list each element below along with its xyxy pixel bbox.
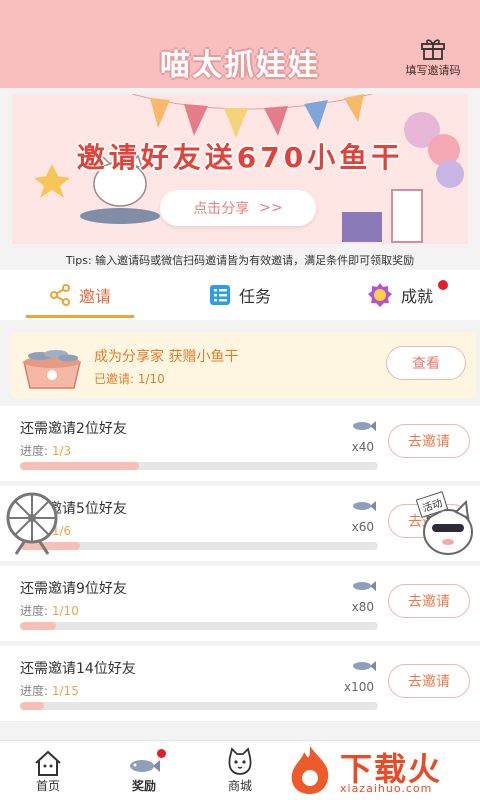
progress-bar xyxy=(20,622,378,630)
tab-tasks-label: 任务 xyxy=(238,287,271,306)
fish-icon xyxy=(130,760,160,772)
reward-amount: x40 xyxy=(351,440,374,454)
tab-achievements[interactable]: 成就 xyxy=(320,270,480,320)
progress-bar-fill xyxy=(20,622,56,630)
task-title: 还需邀请2位好友 xyxy=(20,421,127,437)
progress-bar-fill xyxy=(20,462,140,470)
tips-text: Tips: 输入邀请码或微信扫码邀请皆为有效邀请，满足条件即可领取奖励 xyxy=(65,254,415,267)
tab-invite-label: 邀请 xyxy=(78,287,111,306)
share-arrow: >> xyxy=(259,200,283,216)
task-progress: 进度: 1/15 xyxy=(20,682,79,699)
progress-value: 1/10 xyxy=(51,604,79,618)
nav-rewards[interactable]: 奖励 xyxy=(96,741,192,800)
list-icon xyxy=(209,285,230,305)
progress-bar xyxy=(20,702,378,710)
share-icon xyxy=(49,284,70,306)
progress-label: 进度: xyxy=(20,684,49,698)
progress-value: 1/3 xyxy=(51,444,72,458)
go-invite-button[interactable]: 去邀请 xyxy=(388,664,470,698)
tab-tasks[interactable]: 任务 xyxy=(160,270,320,320)
task-row: 还需邀请9位好友 进度: 1/10 x80 去邀请 xyxy=(0,566,480,642)
nav-shop[interactable]: 商城 xyxy=(192,741,288,800)
go-invite-button[interactable]: 去邀请 xyxy=(388,424,470,458)
fish-icon xyxy=(353,581,376,591)
watermark: 下载火 xiazaihuo.com xyxy=(284,742,474,798)
nav-home[interactable]: 首页 xyxy=(0,741,96,800)
task-row: 还需邀请2位好友 进度: 1/3 x40 去邀请 xyxy=(0,406,480,482)
notification-dot xyxy=(438,280,448,290)
task-row: 还需邀请14位好友 进度: 1/15 x100 去邀请 xyxy=(0,646,480,722)
nav-home-label: 首页 xyxy=(35,779,60,793)
achievement-title: 成为分享家 获赠小鱼干 xyxy=(94,349,239,365)
task-row: 还需邀请5位好友进度: 1/6x60去邀请 xyxy=(0,486,480,562)
nav-shop-label: 商城 xyxy=(227,779,252,793)
fish-icon xyxy=(353,661,376,671)
flame-logo xyxy=(291,746,329,794)
notification-dot xyxy=(157,749,166,758)
progress-label: 进度: xyxy=(20,444,49,458)
achievement-invited-count: 已邀请: 1/10 xyxy=(94,372,165,386)
progress-bar-fill xyxy=(20,702,44,710)
task-progress: 进度: 1/10 xyxy=(20,602,79,619)
progress-value: 1/15 xyxy=(51,684,79,698)
progress-bar xyxy=(20,462,378,470)
tab-bar: 邀请 任务 成就 xyxy=(0,270,480,320)
fill-invite-code-button[interactable]: 填写邀请码 xyxy=(396,36,470,78)
invite-banner: 邀请好友送670小鱼干 点击分享 >> xyxy=(12,94,468,244)
tab-invite[interactable]: 邀请 xyxy=(0,270,160,320)
fish-bowl-icon xyxy=(23,350,81,389)
share-button[interactable]: 点击分享 >> xyxy=(160,190,316,226)
reward-amount: x100 xyxy=(343,680,374,694)
tab-achievements-label: 成就 xyxy=(400,287,433,306)
banner-title: 邀请好友送670小鱼干 xyxy=(76,141,404,174)
share-button-label: 点击分享 xyxy=(193,201,250,217)
fish-icon xyxy=(353,501,376,511)
view-button[interactable]: 查看 xyxy=(386,346,466,380)
app-header: 喵太抓娃娃 填写邀请码 xyxy=(0,0,480,88)
reward-amount: x80 xyxy=(351,600,374,614)
watermark-url: xiazaihuo.com xyxy=(340,782,433,795)
fish-icon xyxy=(353,421,376,431)
medal-icon xyxy=(367,283,392,307)
gift-icon xyxy=(421,39,445,60)
task-title: 还需邀请14位好友 xyxy=(20,661,136,677)
achievement-card: 成为分享家 获赠小鱼干 已邀请: 1/10 查看 xyxy=(10,332,476,398)
home-icon xyxy=(35,750,61,776)
progress-bar xyxy=(20,542,378,550)
progress-label: 进度: xyxy=(20,604,49,618)
nav-rewards-label: 奖励 xyxy=(131,779,156,793)
task-title: 还需邀请9位好友 xyxy=(20,581,127,597)
cat-icon xyxy=(228,747,252,775)
invite-code-label: 填写邀请码 xyxy=(405,64,461,77)
reward-amount: x60 xyxy=(351,520,374,534)
tab-active-indicator xyxy=(26,315,134,318)
task-progress: 进度: 1/3 xyxy=(20,442,71,459)
ferris-wheel-icon[interactable] xyxy=(2,490,62,556)
go-invite-button[interactable]: 去邀请 xyxy=(388,584,470,618)
